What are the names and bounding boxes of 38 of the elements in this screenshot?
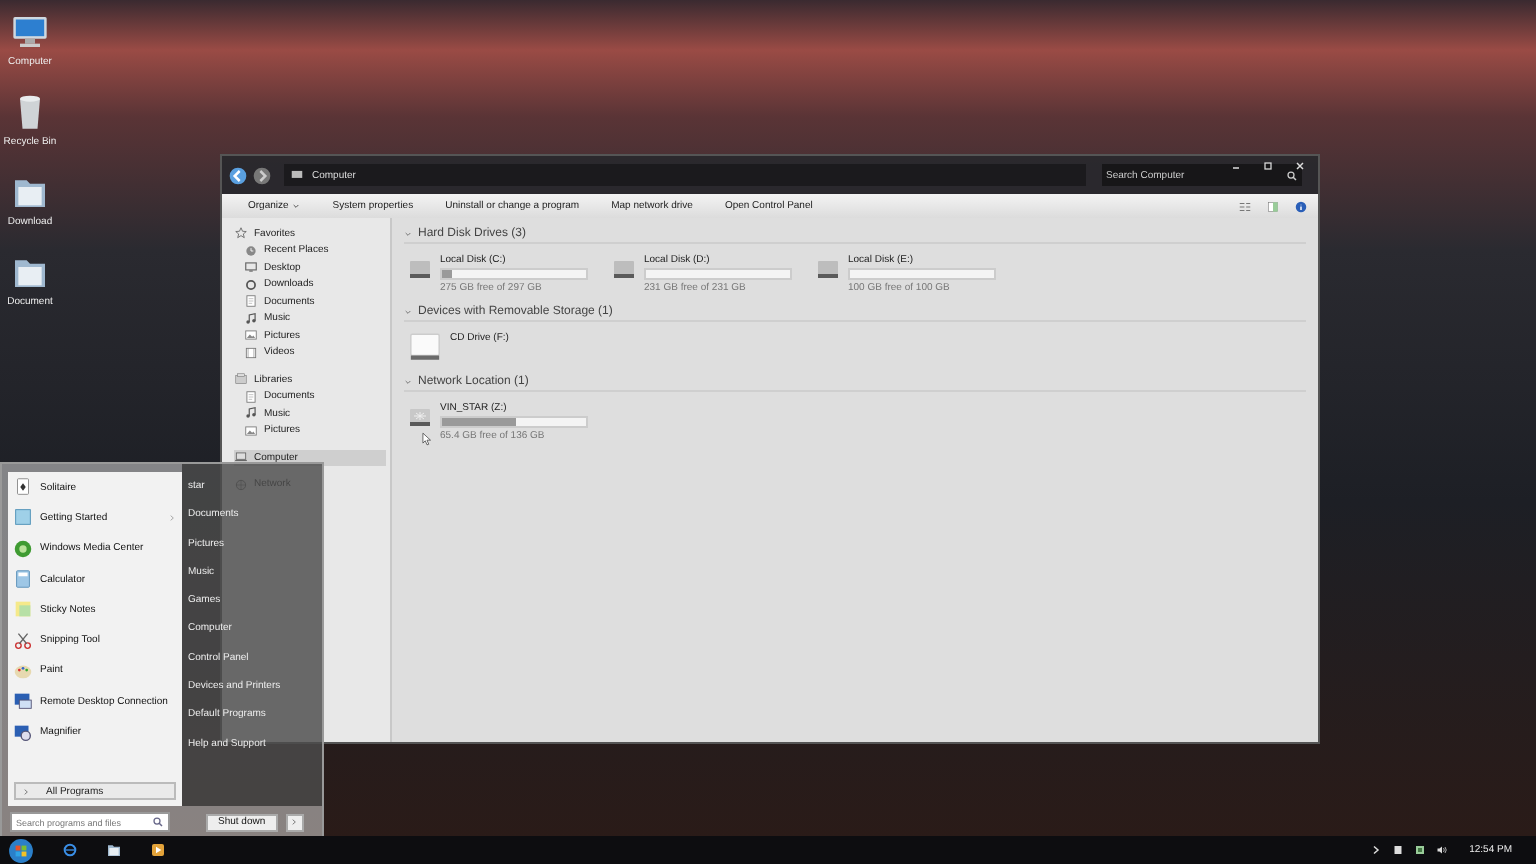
film-icon — [244, 345, 258, 360]
document-icon — [244, 294, 258, 309]
picture-icon — [244, 328, 258, 343]
document-icon — [244, 389, 258, 404]
picture-icon — [244, 423, 258, 438]
computer-icon — [290, 168, 304, 182]
help-icon[interactable] — [1294, 199, 1308, 213]
browser-e-icon[interactable] — [62, 842, 78, 858]
drive-icon — [408, 330, 442, 364]
clock-icon — [244, 243, 258, 258]
library-icon — [234, 372, 248, 387]
playing-card-icon — [12, 476, 34, 499]
view-options-icon[interactable] — [1238, 199, 1252, 213]
music-note-icon — [244, 406, 258, 421]
maximize-icon[interactable] — [1262, 160, 1274, 172]
calculator-icon — [12, 568, 34, 591]
monitor-icon — [10, 12, 50, 52]
star-icon — [234, 226, 248, 241]
circle-logo-icon — [12, 537, 34, 560]
search-icon — [1286, 169, 1298, 181]
folder-icon[interactable] — [106, 842, 122, 858]
speaker-icon[interactable] — [1435, 844, 1448, 856]
start-orb-icon[interactable] — [8, 837, 34, 863]
player-icon[interactable] — [150, 842, 166, 858]
close-icon[interactable] — [1294, 160, 1306, 172]
back-icon[interactable] — [228, 165, 248, 185]
forward-icon[interactable] — [252, 165, 272, 185]
mouse-pointer-icon — [420, 430, 434, 448]
search-icon — [152, 816, 164, 828]
scissors-icon — [12, 629, 34, 652]
monitor-icon — [12, 690, 34, 713]
monitor-icon — [244, 260, 258, 275]
music-note-icon — [244, 311, 258, 326]
laptop-icon — [234, 450, 248, 465]
caret-icon — [292, 202, 301, 210]
sticky-note-icon — [12, 598, 34, 621]
window-icon — [12, 506, 34, 529]
magnifier-icon — [12, 721, 34, 744]
